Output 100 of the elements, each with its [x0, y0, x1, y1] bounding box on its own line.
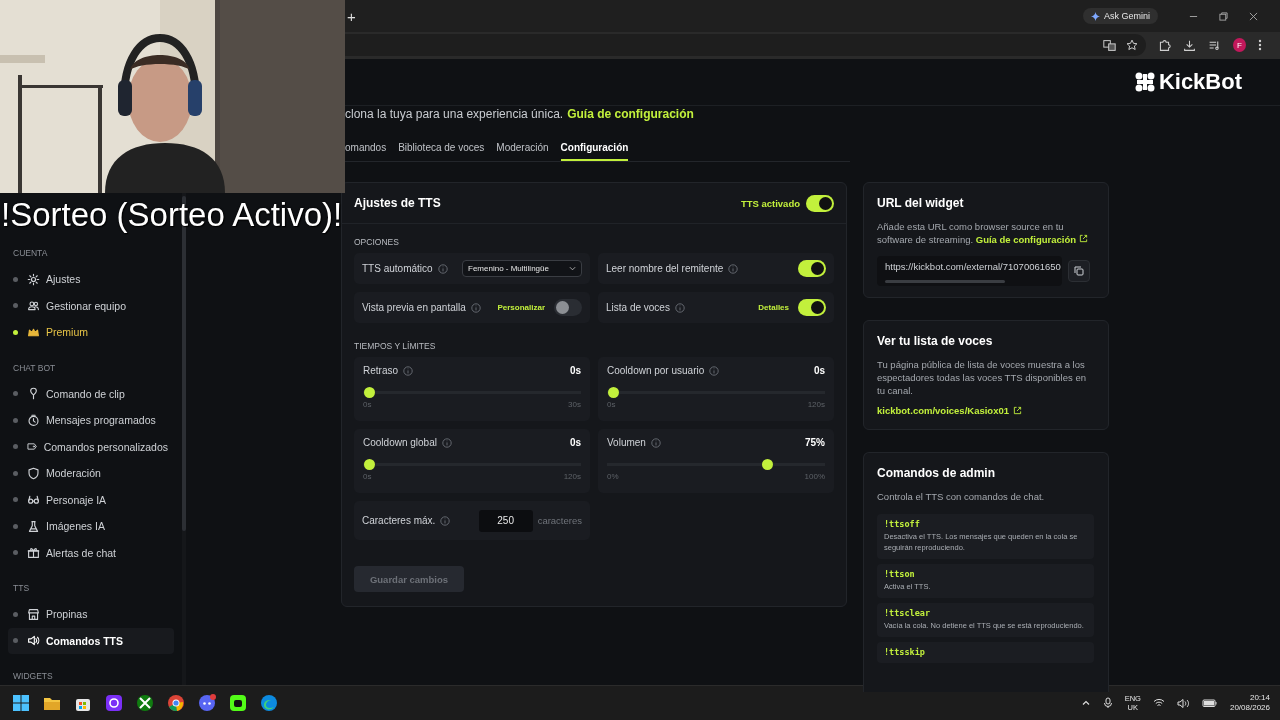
- sidebar-item[interactable]: Personaje IA: [8, 486, 174, 513]
- puzzle-icon[interactable]: [1157, 38, 1171, 52]
- command-name: !ttsskip: [884, 647, 926, 657]
- section-heading: CHAT BOT: [12, 362, 57, 373]
- restore-icon: [1218, 11, 1228, 21]
- unit-text: caracteres: [537, 515, 582, 526]
- clock-time[interactable]: 20:14: [1249, 693, 1270, 703]
- command-name: !ttsclear: [884, 608, 932, 618]
- sparkle-icon: [1091, 11, 1100, 21]
- option-label: Lista de voces: [606, 302, 670, 313]
- slider-thumb[interactable]: [762, 459, 773, 470]
- tab[interactable]: Configuración: [560, 139, 629, 161]
- logo-icon: [1134, 72, 1155, 92]
- battery-icon[interactable]: [1201, 698, 1218, 708]
- tab[interactable]: Moderación: [496, 139, 549, 161]
- url-field[interactable]: https://kickbot.com/external/71070061650: [877, 256, 1062, 286]
- subtitle-text: clona la tuya para una experiencia única.: [345, 107, 564, 121]
- media-icon[interactable]: [1207, 38, 1221, 52]
- flask-icon: [27, 519, 40, 533]
- glasses-icon: [27, 493, 40, 507]
- card-description: Controla el TTS con comandos de chat.: [877, 490, 1046, 503]
- option-label: Leer nombre del remitente: [606, 263, 724, 274]
- sidebar-item[interactable]: Ajustes: [8, 266, 174, 293]
- card-title: URL del widget: [877, 196, 965, 210]
- sidebar-item[interactable]: Imágenes IA: [8, 513, 174, 540]
- sidebar-item[interactable]: Alertas de chat: [8, 539, 174, 566]
- sidebar-item[interactable]: Moderación: [8, 460, 174, 487]
- microphone-icon[interactable]: [1102, 697, 1113, 709]
- people-icon: [27, 299, 40, 313]
- sidebar-item[interactable]: Propinas: [8, 601, 174, 628]
- volume-icon[interactable]: [1176, 697, 1190, 709]
- toggle-switch[interactable]: [806, 194, 834, 212]
- option-link[interactable]: Personalizar: [497, 303, 545, 312]
- profile-avatar[interactable]: F: [1232, 38, 1246, 52]
- slider-reading: 0s: [569, 365, 581, 376]
- chevron-down-icon: [569, 266, 576, 271]
- slider-reading: 0s: [813, 365, 825, 376]
- card-title: Comandos de admin: [877, 466, 996, 480]
- voices-link[interactable]: kickbot.com/voices/Kasiox01: [877, 405, 1022, 416]
- wifi-icon[interactable]: [1152, 698, 1165, 708]
- copy-button[interactable]: [1068, 260, 1090, 282]
- star-icon[interactable]: [1125, 39, 1138, 51]
- windows-icon[interactable]: [11, 693, 31, 713]
- sidebar-item[interactable]: Gestionar equipo: [8, 292, 174, 319]
- slider-thumb[interactable]: [363, 459, 375, 470]
- slider-label: Cooldown global: [363, 437, 437, 448]
- edge-icon[interactable]: [259, 693, 279, 713]
- slider-label: Cooldown por usuario: [607, 365, 705, 376]
- chat-app-icon[interactable]: [197, 693, 217, 713]
- brand-name: KickBot: [1158, 69, 1242, 95]
- store-icon: [27, 607, 40, 621]
- sidebar-item[interactable]: Premium: [8, 319, 174, 346]
- pin-icon: [27, 387, 40, 401]
- slider-thumb[interactable]: [607, 387, 619, 398]
- guide-link[interactable]: Guía de configuración: [975, 234, 1088, 245]
- shield-icon: [27, 466, 40, 480]
- card-title: Ver tu lista de voces: [877, 334, 994, 348]
- app-icon[interactable]: [104, 693, 124, 713]
- sidebar-item[interactable]: Comandos personalizados: [8, 433, 174, 460]
- slider-reading: 0s: [569, 437, 581, 448]
- toggle-switch[interactable]: [798, 260, 826, 277]
- tab[interactable]: omandos: [345, 139, 387, 161]
- gift-icon: [27, 546, 40, 560]
- clock-date[interactable]: 20/08/2026: [1229, 703, 1270, 713]
- section-heading: TTS: [12, 583, 31, 593]
- menu-icon[interactable]: [1258, 39, 1262, 51]
- sidebar-item[interactable]: Comando de clip: [8, 380, 174, 407]
- timer-icon: [27, 413, 40, 427]
- chrome-icon[interactable]: [166, 693, 186, 713]
- option-label: TTS automático: [362, 263, 433, 274]
- group-heading: OPCIONES: [354, 237, 400, 247]
- toggle-switch[interactable]: [554, 299, 582, 316]
- option-link[interactable]: Detalles: [758, 303, 789, 312]
- ask-button[interactable]: Ask Gemini: [1083, 8, 1158, 24]
- slider-label: Retraso: [363, 365, 398, 376]
- external-link-icon: [1078, 234, 1088, 243]
- translate-icon[interactable]: [1102, 38, 1116, 52]
- toggle-label: TTS activado: [740, 197, 800, 209]
- external-link-icon: [1013, 406, 1022, 415]
- copy-icon: [1074, 266, 1084, 276]
- slider-thumb[interactable]: [363, 387, 375, 398]
- toggle-switch[interactable]: [798, 299, 826, 316]
- section-heading: WIDGETS: [12, 671, 54, 681]
- slider-reading: 75%: [805, 437, 825, 448]
- xbox-icon[interactable]: [135, 693, 155, 713]
- voice-dropdown[interactable]: Femenino - Multilingüe: [462, 260, 582, 277]
- section-heading: CUENTA: [12, 248, 49, 258]
- new-tab-button[interactable]: +: [345, 7, 358, 25]
- card-title: Ajustes de TTS: [354, 196, 441, 210]
- tab[interactable]: Biblioteca de voces: [398, 139, 485, 161]
- close-icon: [1248, 11, 1258, 21]
- sidebar-item[interactable]: Comandos TTS: [8, 627, 174, 654]
- download-icon[interactable]: [1182, 38, 1196, 52]
- chevron-up-icon[interactable]: [1080, 698, 1091, 708]
- overlay-text: !Sorteo (Sorteo Activo)!: [1, 196, 343, 234]
- card-description: Tu página pública de lista de voces muestra a los espectadores todas las voces TTS disponibles en tu canal.: [877, 358, 1087, 397]
- guide-link[interactable]: Guía de configuración: [567, 107, 694, 121]
- sidebar-item[interactable]: Mensajes programados: [8, 407, 174, 434]
- chars-input[interactable]: 250: [478, 509, 533, 532]
- command-name: !ttsoff: [884, 519, 921, 529]
